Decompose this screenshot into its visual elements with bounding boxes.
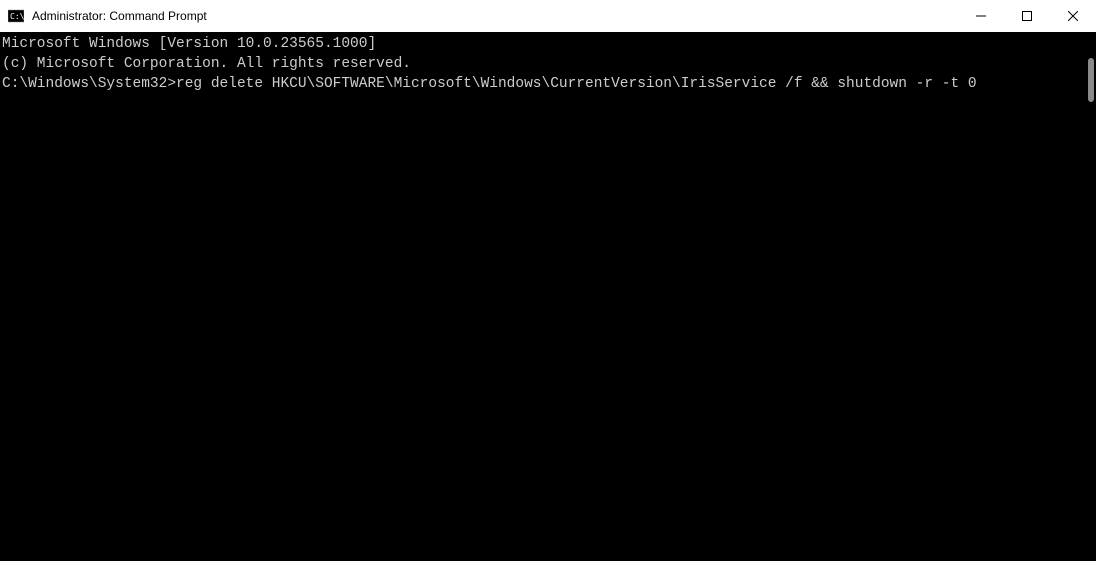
close-button[interactable]: [1050, 0, 1096, 32]
vertical-scrollbar[interactable]: [1080, 32, 1096, 561]
window-controls: [958, 0, 1096, 32]
terminal-line-copyright: (c) Microsoft Corporation. All rights re…: [2, 54, 1096, 74]
terminal-prompt-line: C:\Windows\System32>reg delete HKCU\SOFT…: [2, 74, 1096, 94]
terminal-command[interactable]: reg delete HKCU\SOFTWARE\Microsoft\Windo…: [176, 76, 977, 92]
svg-text:C:\: C:\: [10, 12, 24, 21]
window-title: Administrator: Command Prompt: [32, 9, 207, 23]
terminal-content: Microsoft Windows [Version 10.0.23565.10…: [0, 32, 1096, 94]
minimize-button[interactable]: [958, 0, 1004, 32]
cmd-icon: C:\: [8, 8, 24, 24]
terminal-prompt: C:\Windows\System32>: [2, 76, 176, 92]
titlebar[interactable]: C:\ Administrator: Command Prompt: [0, 0, 1096, 32]
command-prompt-window: C:\ Administrator: Command Prompt: [0, 0, 1096, 561]
terminal-line-version: Microsoft Windows [Version 10.0.23565.10…: [2, 34, 1096, 54]
scrollbar-thumb[interactable]: [1088, 58, 1094, 102]
terminal-area[interactable]: Microsoft Windows [Version 10.0.23565.10…: [0, 32, 1096, 561]
maximize-button[interactable]: [1004, 0, 1050, 32]
